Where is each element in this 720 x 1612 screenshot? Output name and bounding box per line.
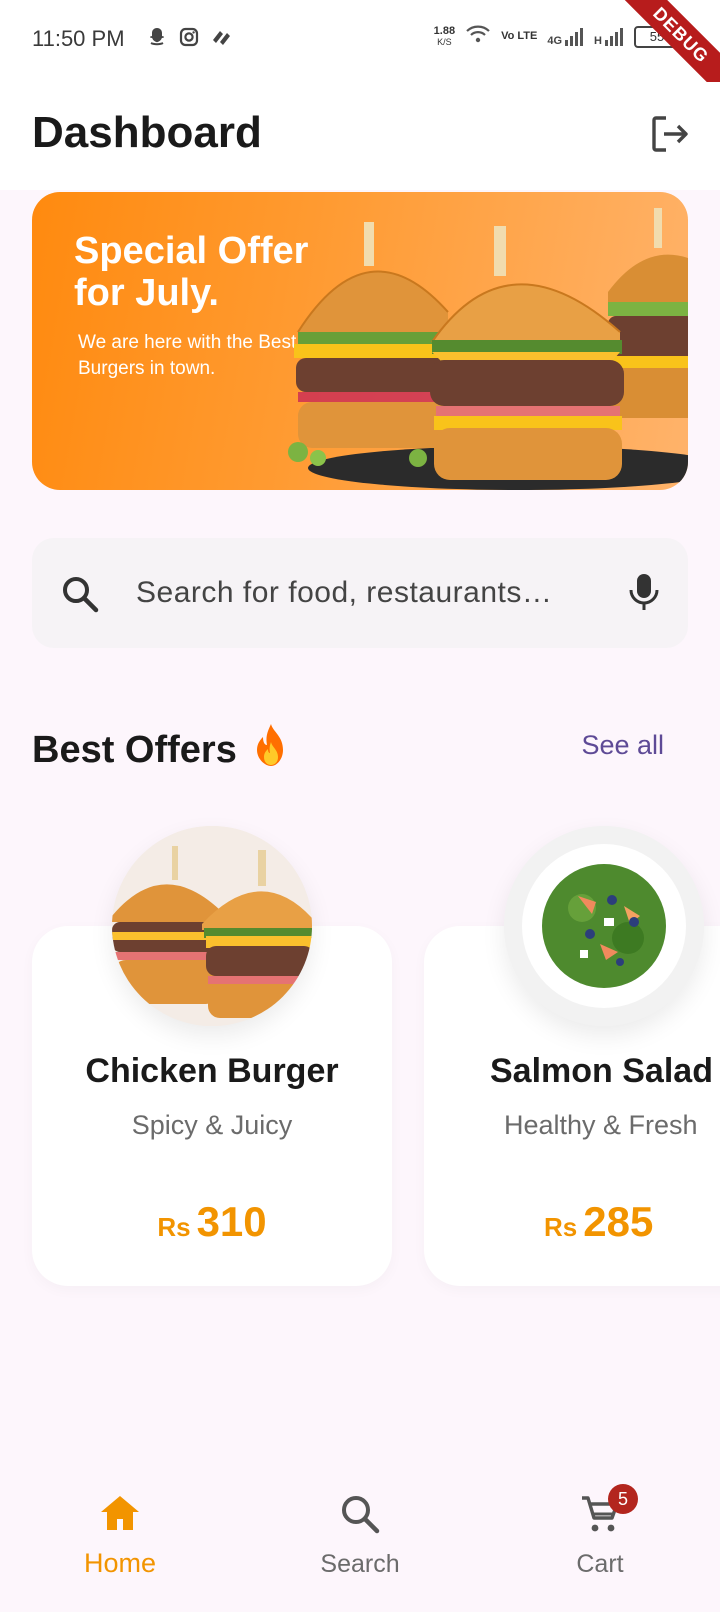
app-notification-icon: [210, 26, 232, 48]
volte-indicator: Vo LTE: [501, 30, 538, 42]
app-bar: Dashboard: [0, 82, 720, 190]
price-value: 310: [196, 1198, 267, 1245]
price-value: 285: [583, 1198, 654, 1245]
network-speed-value: 1.88: [433, 24, 456, 37]
price-currency: Rs: [544, 1212, 578, 1242]
search-input[interactable]: Search for food, restaurants…: [136, 576, 552, 610]
price-currency: Rs: [157, 1212, 191, 1242]
signal-h-label: H: [594, 34, 602, 47]
signal-4g-icon: 4G: [547, 27, 584, 47]
chicken-burger-image: [112, 826, 312, 1026]
status-time: 11:50 PM: [32, 26, 125, 51]
signal-4g-label: 4G: [547, 34, 563, 47]
best-offers-title: Best Offers: [32, 728, 237, 771]
fire-emoji-icon: [251, 722, 291, 778]
salmon-salad-image: [504, 826, 704, 1026]
offer-card[interactable]: Salmon Salad Healthy & Fresh Rs 285: [424, 826, 720, 1286]
page-title: Dashboard: [32, 108, 262, 157]
instagram-icon: [178, 26, 200, 48]
system-status: 1.88 K/S Vo LTE 4G H 55: [433, 24, 684, 49]
nav-item-home[interactable]: Home: [40, 1492, 200, 1579]
status-bar: 11:50 PM 1.88 K/S Vo LTE 4G H 55 DEBUG: [0, 0, 720, 106]
notification-icons: [146, 26, 232, 48]
offer-description: Healthy & Fresh: [504, 1110, 698, 1140]
search-icon: [342, 1496, 380, 1534]
nav-item-search[interactable]: Search: [280, 1492, 440, 1579]
nav-label-cart: Cart: [576, 1550, 624, 1578]
nav-item-cart[interactable]: 5 Cart: [520, 1484, 680, 1579]
microphone-icon[interactable]: [628, 572, 660, 612]
nav-label-home: Home: [83, 1548, 157, 1578]
offer-description: Spicy & Juicy: [131, 1110, 293, 1140]
nav-label-search: Search: [320, 1550, 400, 1578]
banner-subtitle: We are here with the Best Burgers in tow…: [78, 332, 297, 379]
network-speed: 1.88 K/S: [433, 24, 456, 48]
logout-button[interactable]: [648, 112, 692, 156]
search-bar[interactable]: Search for food, restaurants…: [32, 538, 688, 648]
offer-price: Rs 310: [32, 1198, 392, 1246]
promo-banner[interactable]: Special Offer for July. We are here with…: [32, 192, 688, 490]
signal-h-icon: H: [594, 27, 624, 47]
cart-badge: 5: [608, 1484, 638, 1514]
see-all-link[interactable]: See all: [581, 730, 664, 761]
offer-name: Chicken Burger: [85, 1052, 339, 1090]
home-icon: [101, 1496, 139, 1530]
search-icon: [63, 577, 99, 613]
snapchat-icon: [146, 26, 168, 48]
best-offers-heading: Best Offers: [32, 722, 291, 778]
wifi-icon: [465, 24, 491, 49]
bottom-navigation: Home Search 5 Cart: [0, 1472, 720, 1612]
offer-price: Rs 285: [544, 1198, 653, 1246]
offer-name: Salmon Salad: [490, 1052, 713, 1090]
burger-illustration: [288, 208, 688, 490]
offer-card[interactable]: Chicken Burger Spicy & Juicy Rs 310: [32, 826, 392, 1286]
logout-icon: [652, 116, 688, 152]
network-speed-unit: K/S: [437, 36, 452, 47]
